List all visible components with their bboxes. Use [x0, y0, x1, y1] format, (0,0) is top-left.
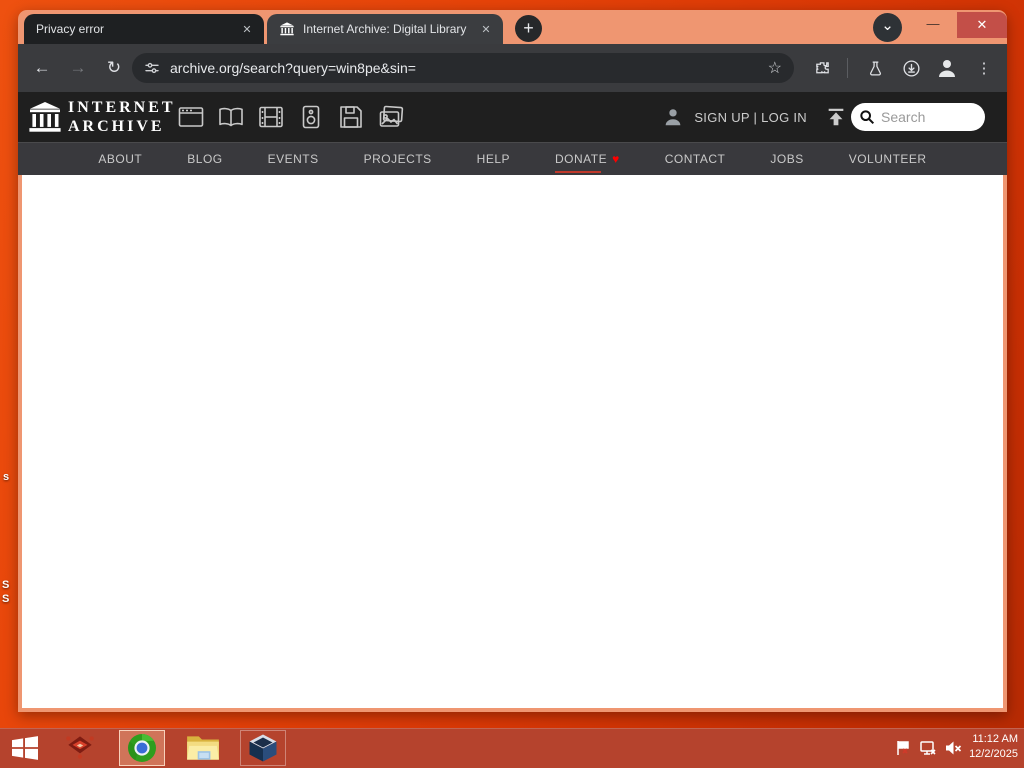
tab-title: Privacy error: [36, 22, 105, 36]
tab-privacy-error[interactable]: Privacy error ✕: [24, 14, 264, 44]
forward-button[interactable]: →: [64, 54, 92, 82]
audio-icon[interactable]: [298, 102, 324, 132]
taskbar-clock[interactable]: 11:12 AM 12/2/2025: [956, 732, 1018, 762]
site-settings-icon[interactable]: [144, 60, 160, 76]
user-person-icon: [662, 106, 684, 128]
texts-icon[interactable]: [218, 102, 244, 132]
internet-archive-logo[interactable]: [27, 99, 63, 135]
downloads-icon[interactable]: [897, 54, 925, 82]
donate-label: DONATE: [555, 152, 608, 166]
tab-search-chevron-icon[interactable]: ⌄: [873, 13, 902, 42]
url-text[interactable]: archive.org/search?query=win8pe&sin=: [170, 60, 768, 76]
tab-strip: Privacy error ✕ Internet Archive: Digita…: [18, 10, 1007, 44]
red-app-icon[interactable]: [60, 732, 100, 764]
menu-dots-icon[interactable]: ⋮: [970, 54, 998, 82]
close-tab-icon[interactable]: ✕: [238, 20, 256, 38]
new-tab-button[interactable]: +: [515, 15, 542, 42]
wordmark-line2: ARCHIVE: [68, 118, 165, 135]
internet-archive-header: INTERNET ARCHIVE SIGN UP | LOG IN Search: [18, 92, 1007, 142]
heart-icon: ♥: [612, 152, 620, 166]
close-tab-icon[interactable]: ✕: [477, 20, 495, 38]
clock-time: 11:12 AM: [972, 733, 1018, 745]
internet-archive-favicon-icon: [279, 21, 295, 37]
desktop-icon-label-fragment: S: [2, 593, 10, 605]
reload-button[interactable]: ↻: [100, 54, 128, 82]
account-area: SIGN UP | LOG IN: [662, 92, 847, 142]
nav-events[interactable]: EVENTS: [268, 152, 319, 166]
internet-archive-nav: ABOUT BLOG EVENTS PROJECTS HELP DONATE ♥ …: [18, 142, 1007, 175]
desktop-icon-label-fragment: S: [2, 579, 10, 591]
browser-window: Privacy error ✕ Internet Archive: Digita…: [18, 10, 1007, 712]
signup-login-link[interactable]: SIGN UP | LOG IN: [694, 110, 807, 125]
software-icon[interactable]: [338, 102, 364, 132]
minimize-button[interactable]: —: [918, 10, 948, 36]
search-input[interactable]: [881, 109, 973, 125]
nav-help[interactable]: HELP: [477, 152, 510, 166]
page-content: [22, 175, 1003, 708]
chrome-taskbar-button[interactable]: [119, 730, 165, 766]
nav-contact[interactable]: CONTACT: [665, 152, 726, 166]
network-status-icon[interactable]: [919, 739, 937, 757]
browser-toolbar: ← → ↻ archive.org/search?query=win8pe&si…: [18, 44, 1007, 92]
nav-blog[interactable]: BLOG: [187, 152, 222, 166]
web-icon[interactable]: [178, 102, 204, 132]
virtualbox-icon[interactable]: [240, 730, 286, 766]
nav-donate[interactable]: DONATE ♥: [555, 152, 620, 173]
search-icon: [859, 109, 875, 125]
media-type-icons: [178, 102, 404, 132]
action-center-flag-icon[interactable]: [894, 739, 912, 757]
video-icon[interactable]: [258, 102, 284, 132]
nav-jobs[interactable]: JOBS: [770, 152, 803, 166]
profile-avatar[interactable]: [933, 54, 961, 82]
clock-date: 12/2/2025: [969, 748, 1018, 760]
desktop: s S S Privacy error ✕ Internet Archive: …: [0, 0, 1024, 768]
back-button[interactable]: ←: [28, 54, 56, 82]
toolbar-separator: [847, 58, 848, 78]
nav-volunteer[interactable]: VOLUNTEER: [849, 152, 927, 166]
bookmark-star-icon[interactable]: ☆: [768, 58, 782, 78]
file-explorer-icon[interactable]: [182, 732, 224, 764]
images-icon[interactable]: [378, 102, 404, 132]
close-window-button[interactable]: ✕: [957, 12, 1007, 38]
system-tray: [894, 728, 962, 768]
nav-projects[interactable]: PROJECTS: [364, 152, 432, 166]
taskbar: 11:12 AM 12/2/2025: [0, 728, 1024, 768]
upload-icon[interactable]: [825, 106, 847, 128]
extensions-icon[interactable]: [808, 54, 836, 82]
address-bar[interactable]: archive.org/search?query=win8pe&sin= ☆: [132, 53, 794, 83]
nav-about[interactable]: ABOUT: [98, 152, 142, 166]
desktop-icon-label-fragment: s: [3, 471, 10, 483]
tab-title: Internet Archive: Digital Library: [303, 22, 467, 36]
site-search-box[interactable]: [851, 103, 985, 131]
internet-archive-wordmark[interactable]: INTERNET ARCHIVE: [68, 98, 176, 136]
start-button[interactable]: [8, 732, 42, 764]
wordmark-line1: INTERNET: [68, 99, 176, 116]
chrome-labs-flask-icon[interactable]: [861, 54, 889, 82]
chrome-icon: [128, 734, 156, 762]
tab-internet-archive[interactable]: Internet Archive: Digital Library ✕: [267, 14, 503, 44]
